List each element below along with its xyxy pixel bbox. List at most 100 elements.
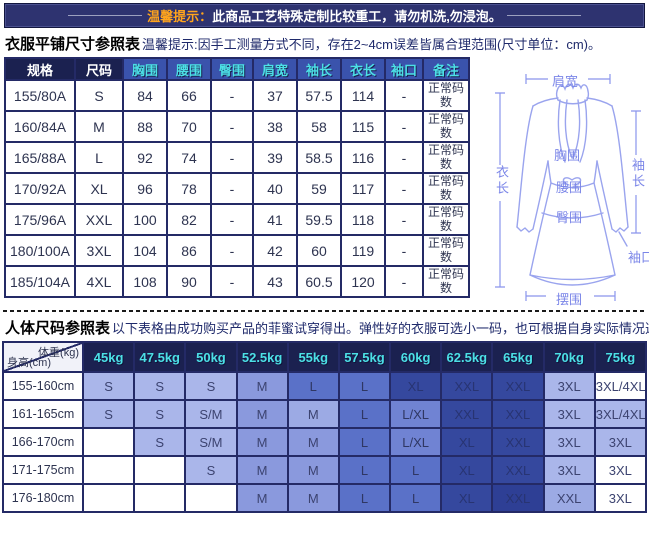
- weight-header-cell: 47.5kg: [134, 342, 185, 372]
- flat-cell: -: [211, 266, 253, 297]
- flat-cell: -: [385, 111, 423, 142]
- flat-cell: 175/96A: [5, 204, 75, 235]
- flat-cell: 57.5: [297, 80, 341, 111]
- flat-cell: 66: [167, 80, 211, 111]
- flat-cell: 117: [341, 173, 385, 204]
- flat-cell: 正常码数: [423, 204, 469, 235]
- flat-row: 165/88AL9274-3958.5116-正常码数: [5, 142, 469, 173]
- flat-header-cell: 胸围: [123, 58, 167, 80]
- flat-cell: 42: [253, 235, 297, 266]
- size-cell: XL: [441, 428, 492, 456]
- flat-cell: 74: [167, 142, 211, 173]
- flat-cell: -: [211, 142, 253, 173]
- flat-cell: 59.5: [297, 204, 341, 235]
- flat-cell: 58.5: [297, 142, 341, 173]
- flat-cell: XXL: [75, 204, 123, 235]
- flat-cell: 39: [253, 142, 297, 173]
- flat-cell: -: [385, 235, 423, 266]
- separator-dashed: [3, 310, 646, 312]
- flat-cell: 86: [167, 235, 211, 266]
- size-cell: M: [237, 372, 288, 400]
- flat-cell: 正常码数: [423, 235, 469, 266]
- label-bust: 胸围: [554, 145, 580, 164]
- size-cell: XL: [390, 372, 441, 400]
- height-label-cell: 166-170cm: [3, 428, 83, 456]
- flat-cell: 165/88A: [5, 142, 75, 173]
- size-cell: 3XL: [544, 428, 595, 456]
- flat-cell: M: [75, 111, 123, 142]
- flat-cell: 正常码数: [423, 173, 469, 204]
- size-cell: L: [339, 400, 390, 428]
- flat-cell: 37: [253, 80, 297, 111]
- label-garment-length: 衣长: [492, 165, 511, 197]
- size-cell: XL: [441, 456, 492, 484]
- size-cell: L: [390, 456, 441, 484]
- size-cell: S: [83, 372, 134, 400]
- flat-size-section-title: 衣服平铺尺寸参照表温馨提示:因手工测量方式不同，存在2~4cm误差皆属合理范围(…: [5, 33, 649, 54]
- size-cell: S/M: [185, 428, 236, 456]
- size-cell: XXL: [441, 372, 492, 400]
- flat-cell: 160/84A: [5, 111, 75, 142]
- size-cell: XXL: [492, 372, 543, 400]
- flat-cell: 90: [167, 266, 211, 297]
- height-label-cell: 176-180cm: [3, 484, 83, 512]
- flat-header-cell: 肩宽: [253, 58, 297, 80]
- flat-row: 180/100A3XL10486-4260119-正常码数: [5, 235, 469, 266]
- corner-cell: 体重(kg) 身高(cm): [3, 342, 83, 372]
- weight-header-cell: 57.5kg: [339, 342, 390, 372]
- flat-cell: XL: [75, 173, 123, 204]
- flat-cell: 114: [341, 80, 385, 111]
- size-cell: XXL: [544, 484, 595, 512]
- banner-text: 此商品工艺特殊定制比较重工，请勿机洗,勿浸泡。: [212, 6, 502, 25]
- size-cell: L: [339, 456, 390, 484]
- flat-cell: 180/100A: [5, 235, 75, 266]
- flat-cell: -: [211, 235, 253, 266]
- weight-header-cell: 60kg: [390, 342, 441, 372]
- flat-cell: 119: [341, 235, 385, 266]
- weight-header-cell: 70kg: [544, 342, 595, 372]
- flat-size-note: 温馨提示:因手工测量方式不同，存在2~4cm误差皆属合理范围(尺寸单位：cm)。: [142, 37, 601, 52]
- height-label-cell: 161-165cm: [3, 400, 83, 428]
- flat-cell: 40: [253, 173, 297, 204]
- body-row: 176-180cmMMLLXLXXLXXL3XL: [3, 484, 646, 512]
- banner-line-left: [68, 15, 142, 16]
- size-cell: S: [185, 456, 236, 484]
- flat-size-area: 规格尺码胸围腰围臀围肩宽袖长衣长袖口备注 155/80AS8466-3757.5…: [0, 57, 649, 303]
- corner-height-label: 身高(cm): [7, 354, 51, 370]
- size-cell: S: [134, 400, 185, 428]
- size-cell: XXL: [492, 428, 543, 456]
- label-hem: 摆围: [556, 289, 582, 308]
- size-cell: 3XL: [595, 428, 646, 456]
- size-cell: S/M: [185, 400, 236, 428]
- size-cell: L/XL: [390, 428, 441, 456]
- flat-cell: 170/92A: [5, 173, 75, 204]
- weight-header-cell: 50kg: [185, 342, 236, 372]
- flat-cell: 88: [123, 111, 167, 142]
- size-cell: 3XL: [544, 400, 595, 428]
- flat-cell: S: [75, 80, 123, 111]
- size-cell: XL: [441, 484, 492, 512]
- body-size-title: 人体尺码参照表: [5, 320, 110, 337]
- body-size-table: 体重(kg) 身高(cm) 45kg47.5kg50kg52.5kg55kg57…: [2, 341, 647, 513]
- size-cell: S: [134, 428, 185, 456]
- label-waist: 腰围: [556, 177, 582, 196]
- flat-header-cell: 备注: [423, 58, 469, 80]
- flat-header-cell: 尺码: [75, 58, 123, 80]
- size-cell: L: [339, 484, 390, 512]
- flat-header-row: 规格尺码胸围腰围臀围肩宽袖长衣长袖口备注: [5, 58, 469, 80]
- size-cell: L/XL: [390, 400, 441, 428]
- flat-row: 160/84AM8870-3858115-正常码数: [5, 111, 469, 142]
- size-cell: [83, 456, 134, 484]
- flat-header-cell: 臀围: [211, 58, 253, 80]
- size-cell: [83, 428, 134, 456]
- flat-cell: 120: [341, 266, 385, 297]
- size-cell: [83, 484, 134, 512]
- flat-cell: 100: [123, 204, 167, 235]
- flat-row: 155/80AS8466-3757.5114-正常码数: [5, 80, 469, 111]
- flat-header-cell: 规格: [5, 58, 75, 80]
- weight-header-cell: 52.5kg: [237, 342, 288, 372]
- size-cell: L: [339, 428, 390, 456]
- flat-cell: L: [75, 142, 123, 173]
- flat-cell: 4XL: [75, 266, 123, 297]
- flat-cell: -: [385, 266, 423, 297]
